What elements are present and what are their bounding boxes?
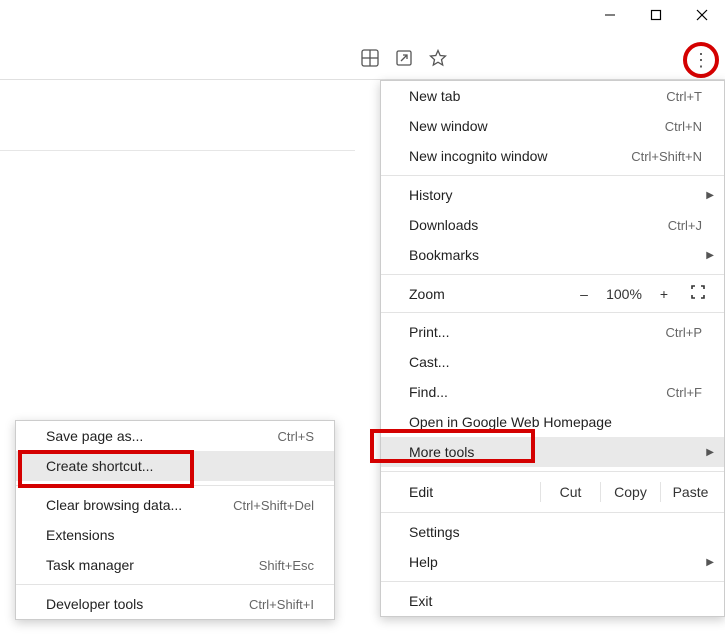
menu-separator bbox=[381, 274, 724, 275]
maximize-icon bbox=[650, 9, 662, 21]
menu-shortcut: Ctrl+P bbox=[666, 325, 702, 340]
submenu-shortcut: Ctrl+Shift+I bbox=[249, 597, 314, 612]
submenu-label: Extensions bbox=[46, 527, 314, 543]
submenu-shortcut: Ctrl+Shift+Del bbox=[233, 498, 314, 513]
zoom-value: 100% bbox=[600, 286, 648, 302]
submenu-create-shortcut[interactable]: Create shortcut... bbox=[16, 451, 334, 481]
open-external-icon[interactable] bbox=[394, 48, 414, 68]
edit-paste-button[interactable]: Paste bbox=[660, 482, 720, 502]
submenu-task-manager[interactable]: Task manager Shift+Esc bbox=[16, 550, 334, 580]
menu-new-window[interactable]: New window Ctrl+N bbox=[381, 111, 724, 141]
submenu-label: Create shortcut... bbox=[46, 458, 314, 474]
menu-downloads[interactable]: Downloads Ctrl+J bbox=[381, 210, 724, 240]
submenu-shortcut: Ctrl+S bbox=[278, 429, 314, 444]
menu-label: Bookmarks bbox=[409, 247, 702, 263]
menu-label: Settings bbox=[409, 524, 702, 540]
submenu-label: Clear browsing data... bbox=[46, 497, 233, 513]
edit-cut-button[interactable]: Cut bbox=[540, 482, 600, 502]
menu-label: New incognito window bbox=[409, 148, 631, 164]
menu-edit-row: Edit Cut Copy Paste bbox=[381, 476, 724, 508]
menu-shortcut: Ctrl+J bbox=[668, 218, 702, 233]
menu-settings[interactable]: Settings bbox=[381, 517, 724, 547]
highlight-kebab: ⋮ bbox=[683, 42, 719, 78]
menu-separator bbox=[16, 485, 334, 486]
toolbar: ⋮ bbox=[0, 40, 725, 80]
chevron-right-icon: ▶ bbox=[706, 447, 714, 458]
menu-zoom-row: Zoom – 100% + bbox=[381, 279, 724, 308]
menu-shortcut: Ctrl+Shift+N bbox=[631, 149, 702, 164]
submenu-extensions[interactable]: Extensions bbox=[16, 520, 334, 550]
chevron-right-icon: ▶ bbox=[706, 190, 714, 201]
menu-label: Exit bbox=[409, 593, 702, 609]
chrome-main-menu: New tab Ctrl+T New window Ctrl+N New inc… bbox=[380, 80, 725, 617]
toolbar-icons bbox=[360, 48, 448, 68]
chevron-right-icon: ▶ bbox=[706, 250, 714, 261]
zoom-in-button[interactable]: + bbox=[648, 286, 680, 302]
fullscreen-button[interactable] bbox=[680, 285, 716, 302]
zoom-out-button[interactable]: – bbox=[568, 286, 600, 302]
minimize-button[interactable] bbox=[587, 0, 633, 30]
window-controls bbox=[587, 0, 725, 30]
menu-separator bbox=[381, 312, 724, 313]
menu-label: Cast... bbox=[409, 354, 702, 370]
maximize-button[interactable] bbox=[633, 0, 679, 30]
menu-label: Zoom bbox=[409, 286, 568, 302]
menu-label: Downloads bbox=[409, 217, 668, 233]
menu-label: Find... bbox=[409, 384, 666, 400]
menu-label: New window bbox=[409, 118, 665, 134]
menu-separator bbox=[381, 581, 724, 582]
menu-new-tab[interactable]: New tab Ctrl+T bbox=[381, 81, 724, 111]
fullscreen-icon bbox=[691, 285, 705, 299]
menu-label: Edit bbox=[409, 484, 540, 500]
menu-exit[interactable]: Exit bbox=[381, 586, 724, 616]
star-icon[interactable] bbox=[428, 48, 448, 68]
menu-shortcut: Ctrl+T bbox=[666, 89, 702, 104]
menu-open-homepage[interactable]: Open in Google Web Homepage bbox=[381, 407, 724, 437]
menu-separator bbox=[16, 584, 334, 585]
menu-label: More tools bbox=[409, 444, 702, 460]
menu-bookmarks[interactable]: Bookmarks ▶ bbox=[381, 240, 724, 270]
menu-label: Print... bbox=[409, 324, 666, 340]
menu-cast[interactable]: Cast... bbox=[381, 347, 724, 377]
submenu-clear-browsing-data[interactable]: Clear browsing data... Ctrl+Shift+Del bbox=[16, 490, 334, 520]
close-icon bbox=[696, 9, 708, 21]
menu-label: Open in Google Web Homepage bbox=[409, 414, 702, 430]
menu-find[interactable]: Find... Ctrl+F bbox=[381, 377, 724, 407]
close-button[interactable] bbox=[679, 0, 725, 30]
menu-separator bbox=[381, 175, 724, 176]
submenu-shortcut: Shift+Esc bbox=[259, 558, 314, 573]
kebab-menu-icon[interactable]: ⋮ bbox=[692, 51, 710, 69]
edit-copy-button[interactable]: Copy bbox=[600, 482, 660, 502]
page-divider bbox=[0, 150, 355, 151]
menu-separator bbox=[381, 512, 724, 513]
minimize-icon bbox=[604, 9, 616, 21]
submenu-label: Save page as... bbox=[46, 428, 278, 444]
submenu-label: Task manager bbox=[46, 557, 259, 573]
menu-print[interactable]: Print... Ctrl+P bbox=[381, 317, 724, 347]
menu-shortcut: Ctrl+N bbox=[665, 119, 702, 134]
menu-new-incognito[interactable]: New incognito window Ctrl+Shift+N bbox=[381, 141, 724, 171]
menu-more-tools[interactable]: More tools ▶ bbox=[381, 437, 724, 467]
menu-label: History bbox=[409, 187, 702, 203]
menu-label: Help bbox=[409, 554, 702, 570]
submenu-save-page[interactable]: Save page as... Ctrl+S bbox=[16, 421, 334, 451]
menu-help[interactable]: Help ▶ bbox=[381, 547, 724, 577]
more-tools-submenu: Save page as... Ctrl+S Create shortcut..… bbox=[15, 420, 335, 620]
menu-separator bbox=[381, 471, 724, 472]
submenu-developer-tools[interactable]: Developer tools Ctrl+Shift+I bbox=[16, 589, 334, 619]
submenu-label: Developer tools bbox=[46, 596, 249, 612]
menu-label: New tab bbox=[409, 88, 666, 104]
menu-history[interactable]: History ▶ bbox=[381, 180, 724, 210]
chevron-right-icon: ▶ bbox=[706, 557, 714, 568]
menu-shortcut: Ctrl+F bbox=[666, 385, 702, 400]
grid-icon[interactable] bbox=[360, 48, 380, 68]
